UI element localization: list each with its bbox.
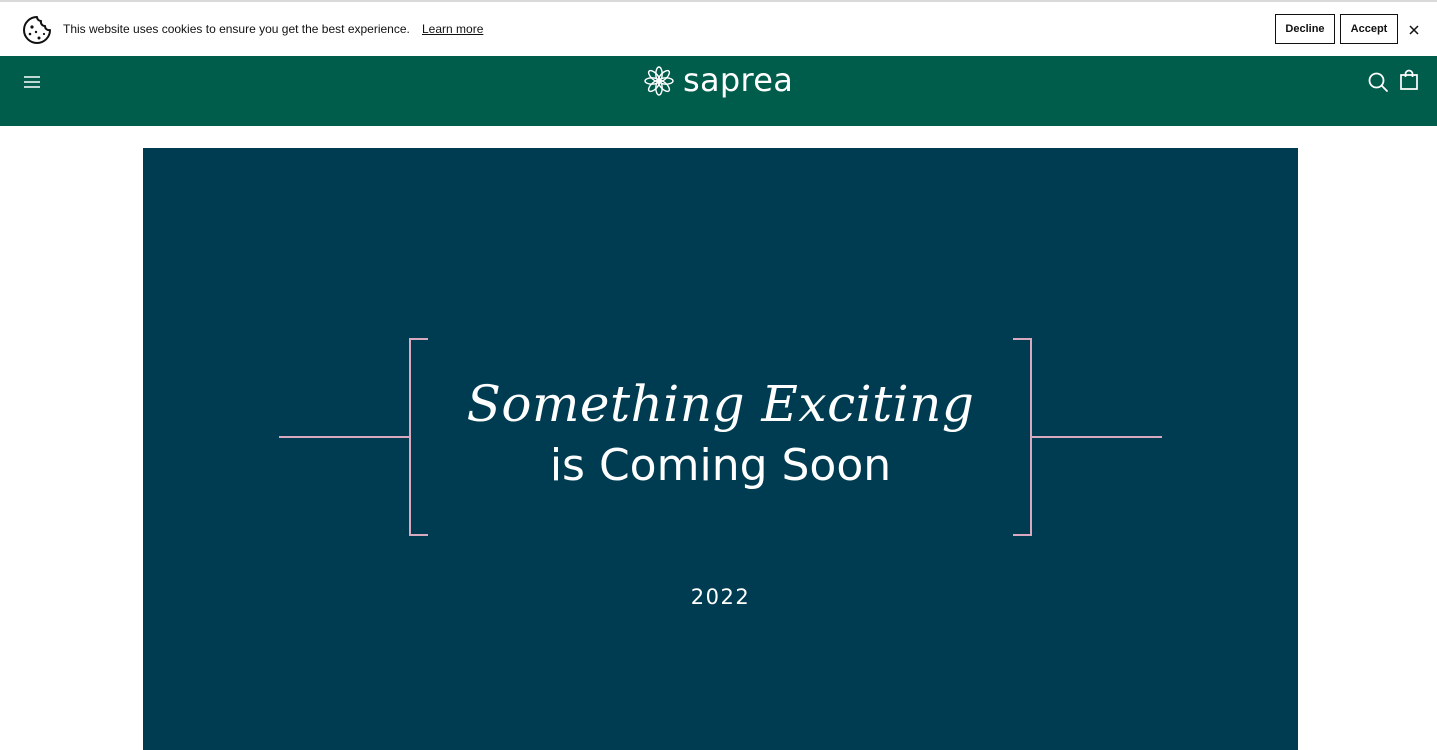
logo-text[interactable]: saprea	[683, 58, 793, 102]
site-header: saprea	[0, 56, 1437, 126]
cookie-message: This website uses cookies to ensure you …	[63, 22, 410, 36]
launch-year: 2022	[690, 585, 751, 609]
saprea-logo-mark-icon[interactable]	[642, 64, 676, 98]
close-icon	[1409, 25, 1419, 35]
headline-line-1: Something Exciting	[466, 375, 975, 433]
learn-more-link[interactable]: Learn more	[422, 21, 483, 37]
close-cookie-bar-button[interactable]	[1406, 22, 1422, 38]
cookie-consent-bar: This website uses cookies to ensure you …	[0, 2, 1437, 56]
hamburger-menu-icon[interactable]	[22, 73, 42, 91]
decline-button[interactable]: Decline	[1275, 14, 1335, 44]
cookie-icon	[23, 16, 51, 44]
coming-soon-banner: Something Exciting is Coming Soon 2022	[143, 148, 1298, 750]
shopping-bag-icon[interactable]	[1399, 69, 1419, 91]
search-icon[interactable]	[1367, 71, 1389, 93]
headline-line-2: is Coming Soon	[549, 440, 892, 491]
accept-button[interactable]: Accept	[1340, 14, 1398, 44]
